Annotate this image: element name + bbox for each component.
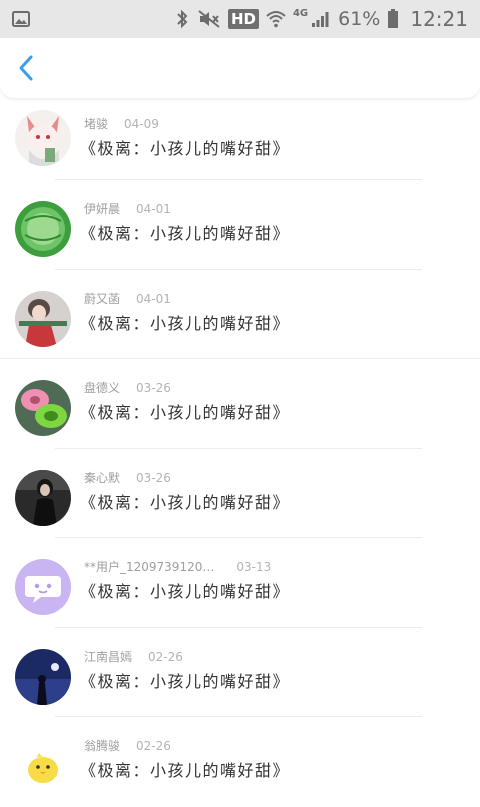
comment-meta: 堵骏 04-09 — [84, 115, 159, 132]
back-button[interactable] — [8, 50, 44, 86]
comment-text: 《极离：小孩儿的嘴好甜》 — [80, 492, 291, 512]
comment-text: 《极离：小孩儿的嘴好甜》 — [80, 224, 291, 243]
avatar[interactable] — [15, 380, 71, 436]
bluetooth-icon — [174, 9, 190, 29]
comment-date: 03-26 — [136, 381, 171, 395]
comment-date: 03-13 — [236, 560, 272, 574]
comment-date: 03-26 — [136, 470, 171, 485]
comment-meta: 伊妍晨 04-01 — [84, 200, 171, 217]
user-name: 堵骏 — [84, 117, 109, 131]
avatar[interactable] — [15, 738, 71, 794]
comment-meta: 蔚又菡 04-01 — [84, 290, 171, 307]
comment-list: 堵骏 04-09 《极离：小孩儿的嘴好甜》 伊妍晨 04-01 《极离：小孩儿的嘴好… — [0, 98, 480, 807]
chevron-left-icon — [19, 55, 33, 81]
user-name: **用户_1209739120… — [84, 560, 215, 574]
user-name: 伊妍晨 — [84, 202, 121, 216]
list-item[interactable]: **用户_1209739120… 03-13 《极离：小孩儿的嘴好甜》 — [0, 538, 480, 628]
list-item[interactable]: 秦心默 03-26 《极离：小孩儿的嘴好甜》 — [0, 449, 480, 538]
user-name: 江南昌嫣 — [84, 649, 133, 664]
comment-meta: **用户_1209739120… 03-13 — [84, 558, 271, 575]
mute-icon — [197, 9, 221, 29]
network-type-label: 4G — [292, 7, 309, 19]
user-name: 翁腾骏 — [84, 739, 121, 753]
comment-date: 04-01 — [136, 202, 171, 216]
comment-text: 《极离：小孩儿的嘴好甜》 — [80, 761, 291, 780]
avatar[interactable] — [15, 201, 71, 257]
user-name: 蔚又菡 — [84, 291, 121, 306]
battery-percent: 61% — [338, 8, 381, 30]
comment-text: 《极离：小孩儿的嘴好甜》 — [80, 313, 291, 333]
image-icon — [12, 11, 30, 27]
user-name: 盘德义 — [84, 381, 121, 395]
clock: 12:21 — [410, 7, 468, 31]
comment-date: 04-01 — [136, 291, 171, 306]
comment-meta: 秦心默 03-26 — [84, 469, 171, 486]
list-item[interactable]: 蔚又菡 04-01 《极离：小孩儿的嘴好甜》 — [0, 270, 480, 359]
list-item[interactable]: 江南昌嫣 02-26 《极离：小孩儿的嘴好甜》 — [0, 628, 480, 717]
comment-date: 02-26 — [136, 739, 171, 753]
comment-text: 《极离：小孩儿的嘴好甜》 — [80, 403, 291, 422]
wifi-icon — [266, 10, 286, 28]
avatar[interactable] — [15, 559, 71, 615]
comment-meta: 翁腾骏 02-26 — [84, 737, 171, 754]
app-header — [0, 38, 480, 98]
hd-badge: HD — [227, 9, 259, 29]
list-item[interactable]: 堵骏 04-09 《极离：小孩儿的嘴好甜》 — [0, 98, 480, 180]
battery-icon — [387, 9, 399, 29]
comment-text: 《极离：小孩儿的嘴好甜》 — [80, 671, 291, 691]
avatar[interactable] — [15, 290, 71, 347]
comment-text: 《极离：小孩儿的嘴好甜》 — [80, 582, 291, 601]
comment-date: 02-26 — [148, 649, 183, 664]
comment-meta: 江南昌嫣 02-26 — [84, 648, 183, 665]
comment-meta: 盘德义 03-26 — [84, 379, 171, 396]
comment-date: 04-09 — [124, 117, 159, 131]
list-item[interactable]: 翁腾骏 02-26 《极离：小孩儿的嘴好甜》 — [0, 717, 480, 807]
avatar[interactable] — [15, 469, 71, 526]
avatar[interactable] — [15, 110, 71, 166]
user-name: 秦心默 — [84, 470, 121, 485]
comment-text: 《极离：小孩儿的嘴好甜》 — [80, 139, 291, 158]
avatar[interactable] — [15, 648, 71, 705]
status-bar: HD 4G 61% 12:21 — [0, 0, 480, 38]
signal-icon — [311, 10, 331, 28]
list-item[interactable]: 盘德义 03-26 《极离：小孩儿的嘴好甜》 — [0, 359, 480, 449]
list-item[interactable]: 伊妍晨 04-01 《极离：小孩儿的嘴好甜》 — [0, 180, 480, 270]
